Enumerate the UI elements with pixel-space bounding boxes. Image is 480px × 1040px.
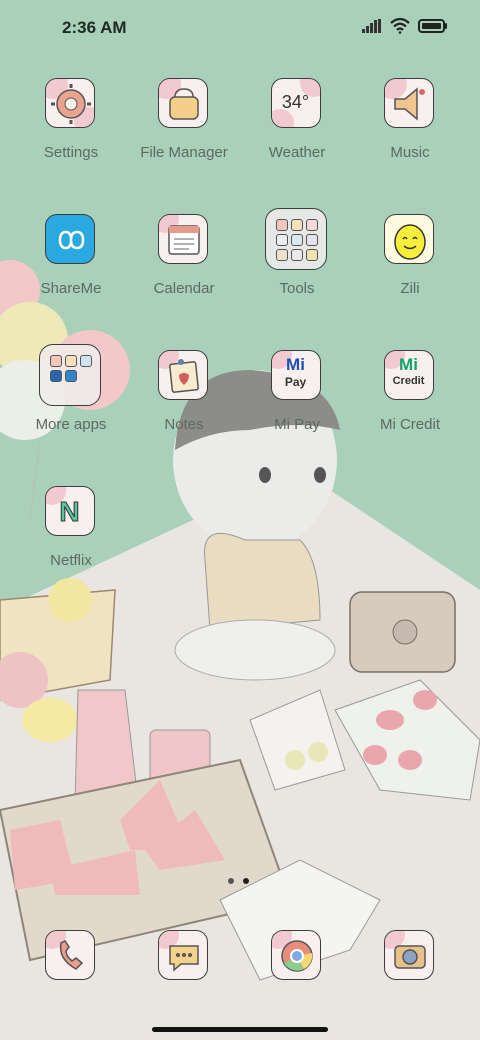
app-label: Notes xyxy=(164,416,204,433)
app-more-apps-folder[interactable]: More apps xyxy=(16,344,126,470)
weather-icon: 34° xyxy=(271,78,321,128)
home-indicator[interactable] xyxy=(152,1027,328,1032)
app-shareme[interactable]: ShareMe xyxy=(16,214,126,334)
app-label: Zili xyxy=(400,280,420,297)
app-notes[interactable]: Notes xyxy=(129,350,239,470)
phone-icon xyxy=(45,930,95,980)
dock-phone[interactable] xyxy=(16,930,126,986)
netflix-badge: N xyxy=(59,496,80,528)
messages-icon xyxy=(158,930,208,980)
app-zili[interactable]: Zili xyxy=(355,214,465,334)
more-apps-folder-icon xyxy=(39,344,101,406)
app-label: Weather xyxy=(268,144,326,161)
app-calendar[interactable]: Calendar xyxy=(129,214,239,334)
mi-credit-icon: Mi Credit xyxy=(384,350,434,400)
app-music[interactable]: Music xyxy=(355,78,465,198)
app-weather[interactable]: 34° Weather xyxy=(242,78,352,198)
tools-folder-icon xyxy=(265,208,327,270)
app-settings[interactable]: Settings xyxy=(16,78,126,198)
mi-pay-badge-bottom: Pay xyxy=(284,375,307,389)
camera-icon xyxy=(384,930,434,980)
settings-gear-icon xyxy=(45,78,95,128)
mi-pay-badge-top: Mi xyxy=(286,355,305,374)
mi-pay-icon: Mi Pay xyxy=(271,350,321,400)
status-time: 2:36 AM xyxy=(62,18,127,37)
app-file-manager[interactable]: File Manager xyxy=(129,78,239,198)
app-mi-credit[interactable]: Mi Credit Mi Credit xyxy=(355,350,465,470)
app-label: Tools xyxy=(279,280,315,297)
battery-icon xyxy=(418,19,447,33)
chrome-icon xyxy=(271,930,321,980)
dock-camera[interactable] xyxy=(355,930,465,986)
app-label: More apps xyxy=(35,416,107,433)
app-netflix[interactable]: N Netflix xyxy=(16,486,126,606)
app-label: ShareMe xyxy=(40,280,102,297)
weather-temp: 34° xyxy=(281,92,310,112)
app-label: Calendar xyxy=(153,280,215,297)
calendar-icon xyxy=(158,214,208,264)
app-mi-pay[interactable]: Mi Pay Mi Pay xyxy=(242,350,352,470)
wifi-icon xyxy=(390,18,410,34)
music-speaker-icon xyxy=(384,78,434,128)
app-tools-folder[interactable]: Tools xyxy=(242,208,352,334)
shareme-icon xyxy=(45,214,95,264)
dock-messages[interactable] xyxy=(129,930,239,986)
zili-icon xyxy=(384,214,434,264)
folder-bag-icon xyxy=(158,78,208,128)
app-label: Mi Credit xyxy=(379,416,440,433)
app-label: Music xyxy=(390,144,430,161)
mi-credit-badge-top: Mi xyxy=(399,355,418,374)
page-indicator xyxy=(228,878,249,884)
app-label: Settings xyxy=(43,144,99,161)
dock-chrome[interactable] xyxy=(242,930,352,986)
page-dot xyxy=(228,878,234,884)
app-label: Netflix xyxy=(50,552,92,569)
status-bar: 2:36 AM xyxy=(0,0,480,56)
status-icons xyxy=(362,18,448,34)
mi-credit-badge-bottom: Credit xyxy=(392,375,425,387)
netflix-icon: N xyxy=(45,486,95,536)
page-dot-active xyxy=(243,878,249,884)
app-label: File Manager xyxy=(140,144,228,161)
app-label: Mi Pay xyxy=(274,416,320,433)
signal-icon xyxy=(362,19,381,33)
notes-icon xyxy=(158,350,208,400)
